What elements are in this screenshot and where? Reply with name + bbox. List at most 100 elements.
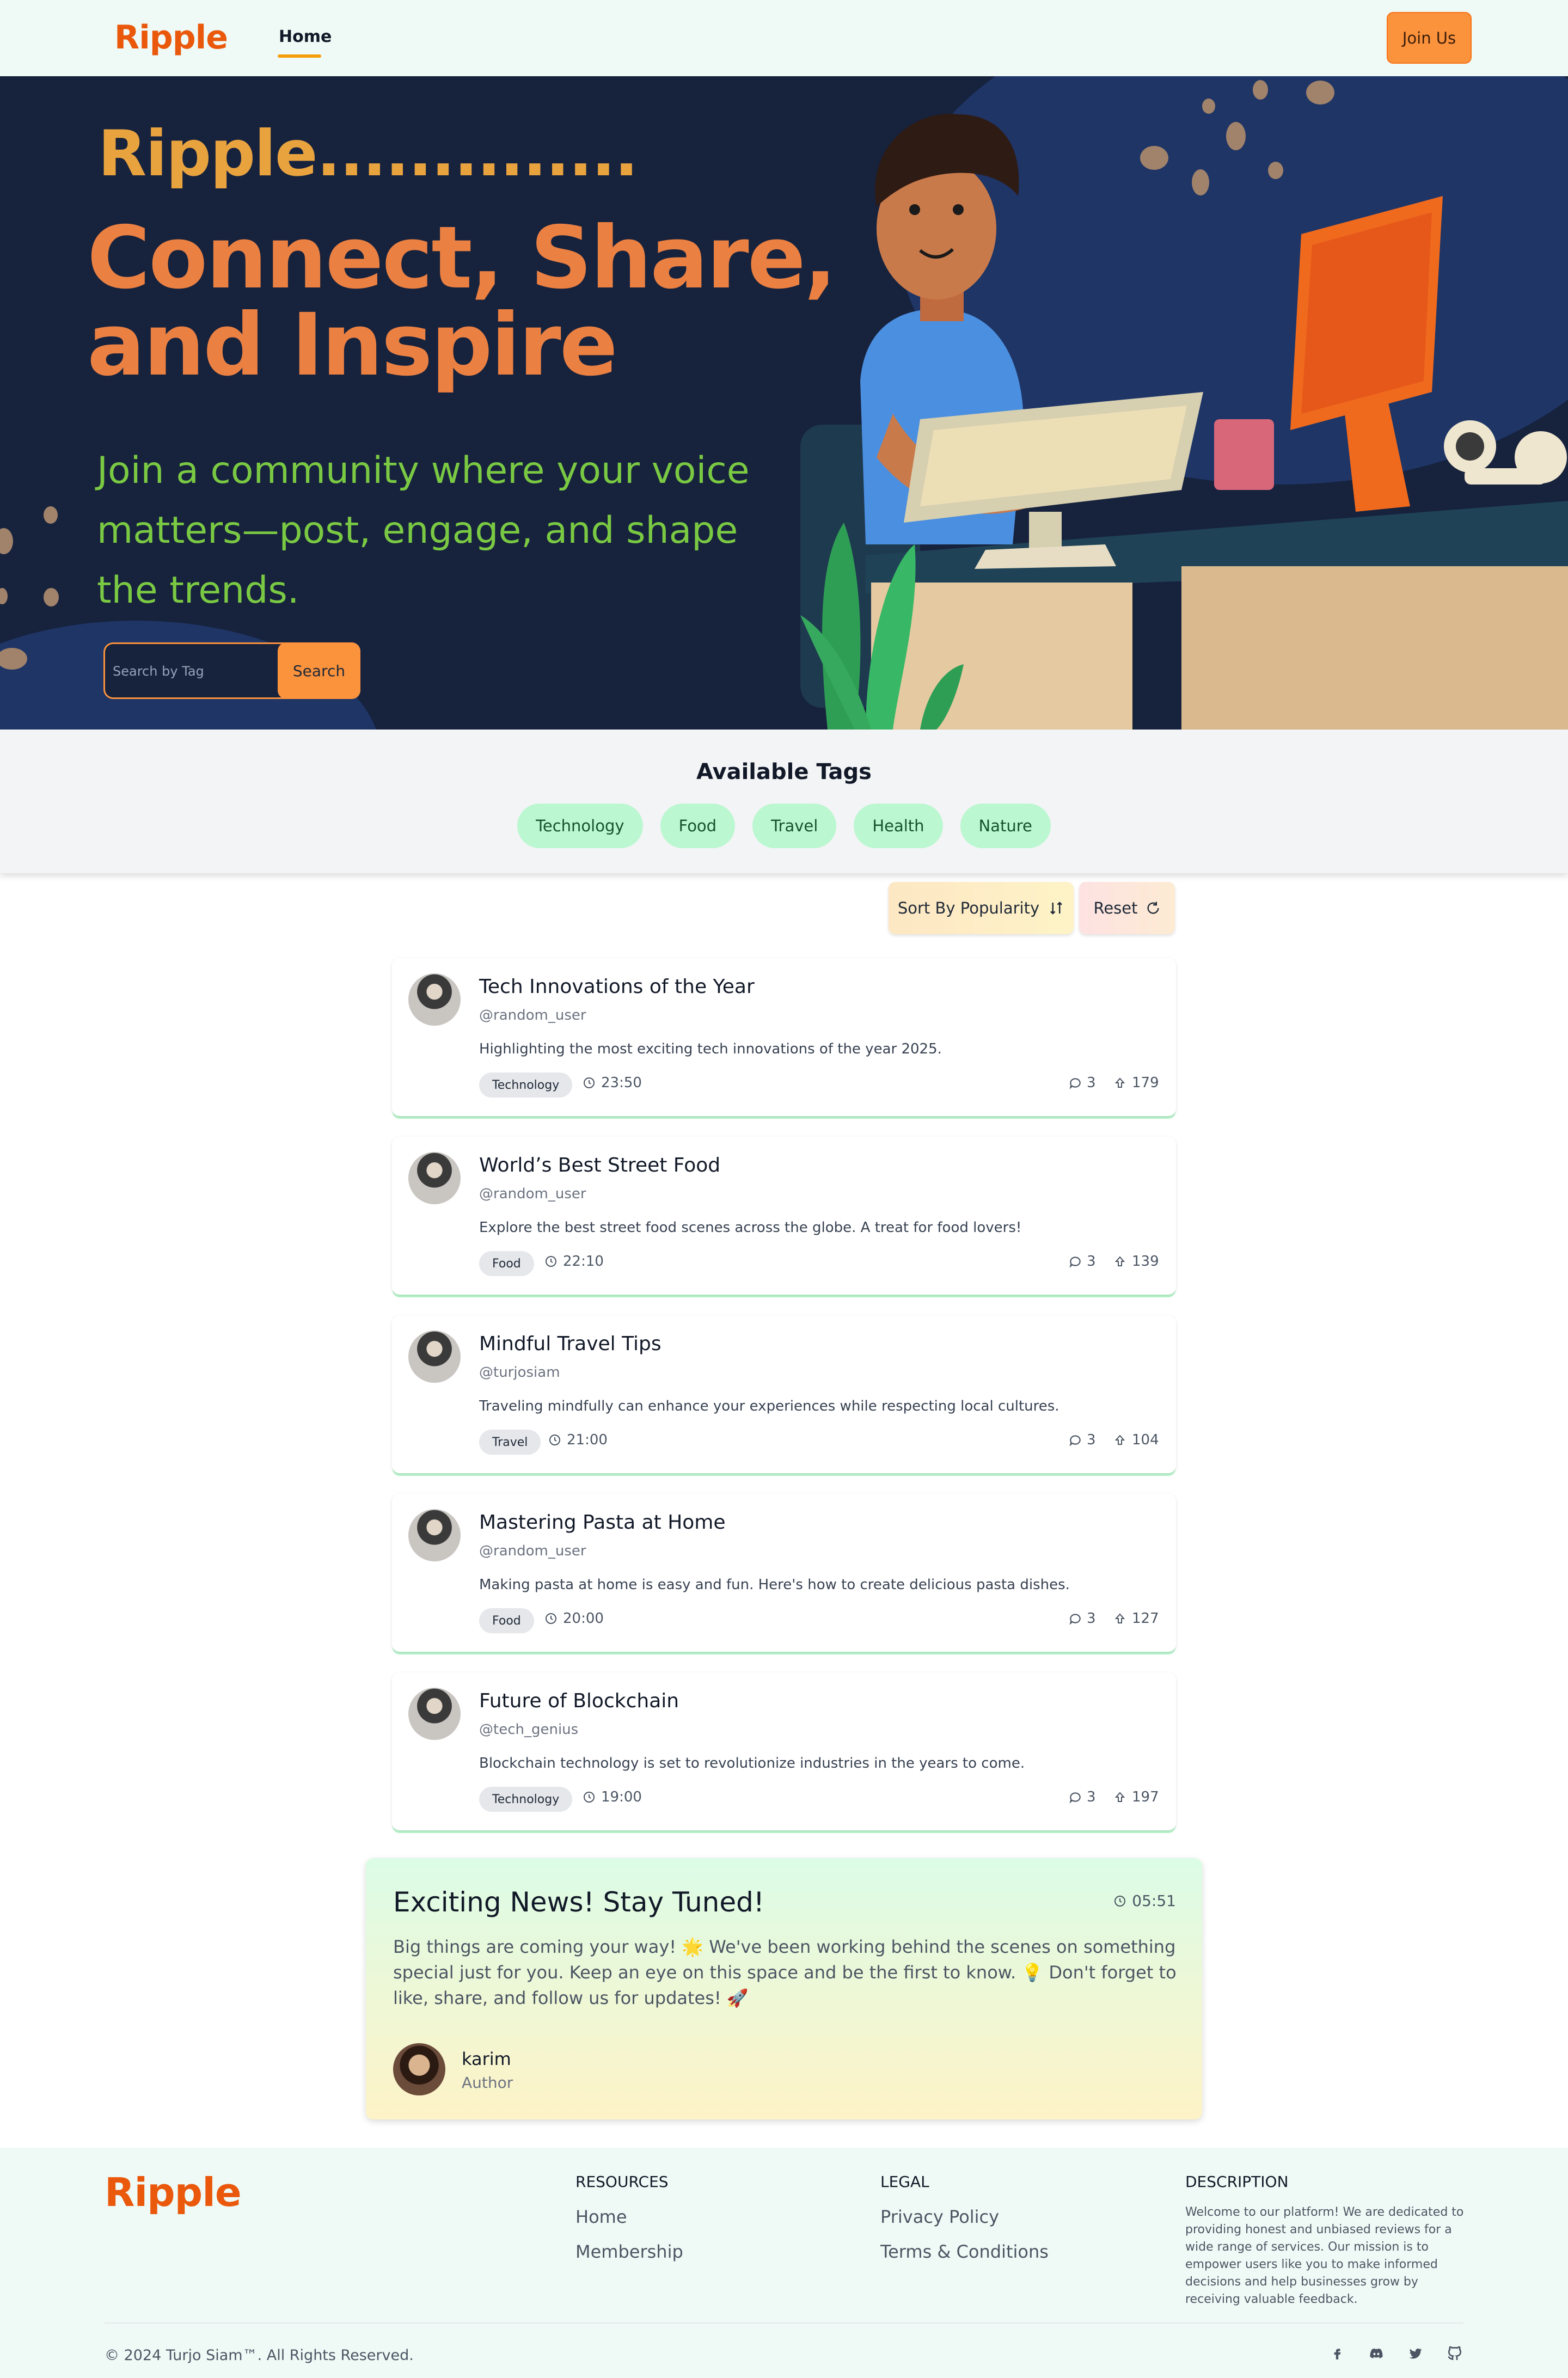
- post-time-value: 23:50: [601, 1075, 642, 1091]
- facebook-icon[interactable]: [1325, 2342, 1349, 2365]
- post-author-handle: @random_user: [479, 1186, 586, 1202]
- post-time-value: 20:00: [563, 1610, 604, 1627]
- post-comment-count: 3: [1087, 1075, 1096, 1091]
- post-author-avatar[interactable]: [408, 1331, 461, 1383]
- announcement-time: 05:51: [1113, 1892, 1176, 1910]
- tag-chip-nature[interactable]: Nature: [960, 804, 1051, 848]
- post-upvotes[interactable]: 197: [1113, 1789, 1159, 1805]
- post-description: Blockchain technology is set to revoluti…: [479, 1755, 1025, 1772]
- post-card[interactable]: Tech Innovations of the Year @random_use…: [392, 958, 1176, 1116]
- post-comments[interactable]: 3: [1068, 1075, 1096, 1091]
- post-time: 19:00: [583, 1789, 642, 1805]
- post-description: Making pasta at home is easy and fun. He…: [479, 1577, 1070, 1593]
- post-card[interactable]: Mastering Pasta at Home @random_user Mak…: [392, 1494, 1176, 1652]
- tag-search-bar: Search: [103, 642, 360, 699]
- upvote-icon: [1114, 1435, 1125, 1445]
- post-title[interactable]: World’s Best Street Food: [479, 1154, 720, 1176]
- post-vote-count: 127: [1132, 1610, 1159, 1627]
- comment-icon: [1069, 1435, 1081, 1447]
- footer-description-heading: DESCRIPTION: [1185, 2173, 1289, 2191]
- footer: Ripple RESOURCES Home Membership LEGAL P…: [0, 2148, 1568, 2378]
- search-button[interactable]: Search: [278, 642, 360, 699]
- hero-illustration: [800, 80, 1568, 730]
- tag-chip-food[interactable]: Food: [660, 804, 736, 848]
- post-card[interactable]: World’s Best Street Food @random_user Ex…: [392, 1137, 1176, 1295]
- reset-button[interactable]: Reset: [1079, 882, 1175, 934]
- logo[interactable]: Ripple: [114, 19, 228, 57]
- footer-link-privacy-policy[interactable]: Privacy Policy: [880, 2207, 999, 2227]
- post-title[interactable]: Future of Blockchain: [479, 1690, 679, 1712]
- post-comments[interactable]: 3: [1068, 1253, 1096, 1270]
- hero-subtitle: Join a community where your voice matter…: [97, 449, 750, 612]
- clock-icon: [546, 1613, 556, 1624]
- post-time: 21:00: [548, 1432, 608, 1448]
- post-comments[interactable]: 3: [1068, 1610, 1096, 1627]
- post-author-avatar[interactable]: [408, 973, 461, 1026]
- hero-headline-line2: and Inspire: [87, 295, 618, 395]
- decorative-dot: [44, 506, 58, 524]
- decorative-dot: [44, 588, 59, 606]
- post-time-value: 21:00: [567, 1432, 608, 1448]
- post-comment-count: 3: [1087, 1253, 1096, 1270]
- post-author-handle: @turjosiam: [479, 1364, 560, 1381]
- tag-chip-travel[interactable]: Travel: [752, 804, 837, 848]
- footer-logo[interactable]: Ripple: [105, 2169, 242, 2215]
- post-title[interactable]: Mindful Travel Tips: [479, 1333, 661, 1355]
- post-tag: Food: [479, 1251, 534, 1276]
- sort-label: Sort By Popularity: [897, 899, 1040, 917]
- post-author-avatar[interactable]: [408, 1509, 461, 1561]
- twitter-icon[interactable]: [1404, 2342, 1428, 2365]
- footer-link-terms[interactable]: Terms & Conditions: [880, 2241, 1049, 2262]
- post-author-handle: @random_user: [479, 1543, 586, 1559]
- nav-link-home[interactable]: Home: [279, 27, 332, 46]
- post-author-avatar[interactable]: [408, 1152, 461, 1204]
- post-comment-count: 3: [1087, 1789, 1096, 1805]
- clock-icon: [546, 1256, 556, 1267]
- post-time: 23:50: [583, 1075, 642, 1091]
- tag-chip-health[interactable]: Health: [854, 804, 943, 848]
- post-card[interactable]: Future of Blockchain @tech_genius Blockc…: [392, 1672, 1176, 1830]
- available-tags-title: Available Tags: [696, 759, 872, 785]
- post-upvotes[interactable]: 127: [1113, 1610, 1159, 1627]
- post-vote-count: 179: [1132, 1075, 1159, 1091]
- footer-link-home[interactable]: Home: [575, 2207, 627, 2227]
- post-description: Highlighting the most exciting tech inno…: [479, 1041, 942, 1057]
- clock-icon: [1114, 1895, 1126, 1907]
- clock-icon: [549, 1435, 560, 1445]
- post-author-handle: @tech_genius: [479, 1721, 579, 1738]
- post-upvotes[interactable]: 104: [1113, 1432, 1159, 1448]
- active-nav-indicator: [278, 54, 321, 58]
- footer-link-membership[interactable]: Membership: [575, 2241, 683, 2262]
- post-title[interactable]: Mastering Pasta at Home: [479, 1511, 726, 1534]
- post-comments[interactable]: 3: [1068, 1432, 1096, 1448]
- comment-icon: [1069, 1257, 1081, 1268]
- github-icon[interactable]: [1443, 2342, 1467, 2365]
- post-title[interactable]: Tech Innovations of the Year: [479, 976, 755, 998]
- post-upvotes[interactable]: 179: [1113, 1075, 1159, 1091]
- footer-description: Welcome to our platform! We are dedicate…: [1185, 2205, 1464, 2306]
- post-time-value: 19:00: [601, 1789, 642, 1805]
- copyright: © 2024 Turjo Siam™. All Rights Reserved.: [105, 2347, 414, 2364]
- announcement-time-value: 05:51: [1132, 1892, 1176, 1910]
- tag-list: Technology Food Travel Health Nature: [0, 804, 1568, 848]
- sort-icon: [1050, 902, 1063, 915]
- post-card[interactable]: Mindful Travel Tips @turjosiam Traveling…: [392, 1315, 1176, 1473]
- footer-resources-heading: RESOURCES: [575, 2173, 669, 2191]
- hero-brand: Ripple..............: [98, 117, 639, 191]
- author-role: Author: [462, 2074, 513, 2092]
- tag-search-input[interactable]: [113, 657, 271, 685]
- post-vote-count: 139: [1132, 1253, 1159, 1270]
- tag-chip-technology[interactable]: Technology: [517, 804, 643, 848]
- post-description: Traveling mindfully can enhance your exp…: [479, 1398, 1059, 1414]
- post-comments[interactable]: 3: [1068, 1789, 1096, 1805]
- join-us-button[interactable]: Join Us: [1387, 12, 1472, 64]
- post-author-avatar[interactable]: [408, 1688, 461, 1740]
- post-time: 20:00: [544, 1610, 604, 1627]
- upvote-icon: [1114, 1256, 1125, 1266]
- sort-by-popularity-button[interactable]: Sort By Popularity: [889, 882, 1074, 934]
- clock-icon: [584, 1792, 595, 1803]
- discord-icon[interactable]: [1364, 2342, 1388, 2365]
- hero-banner: Ripple.............. Connect, Share, and…: [0, 76, 1568, 730]
- post-upvotes[interactable]: 139: [1113, 1253, 1159, 1270]
- footer-divider: [105, 2322, 1463, 2324]
